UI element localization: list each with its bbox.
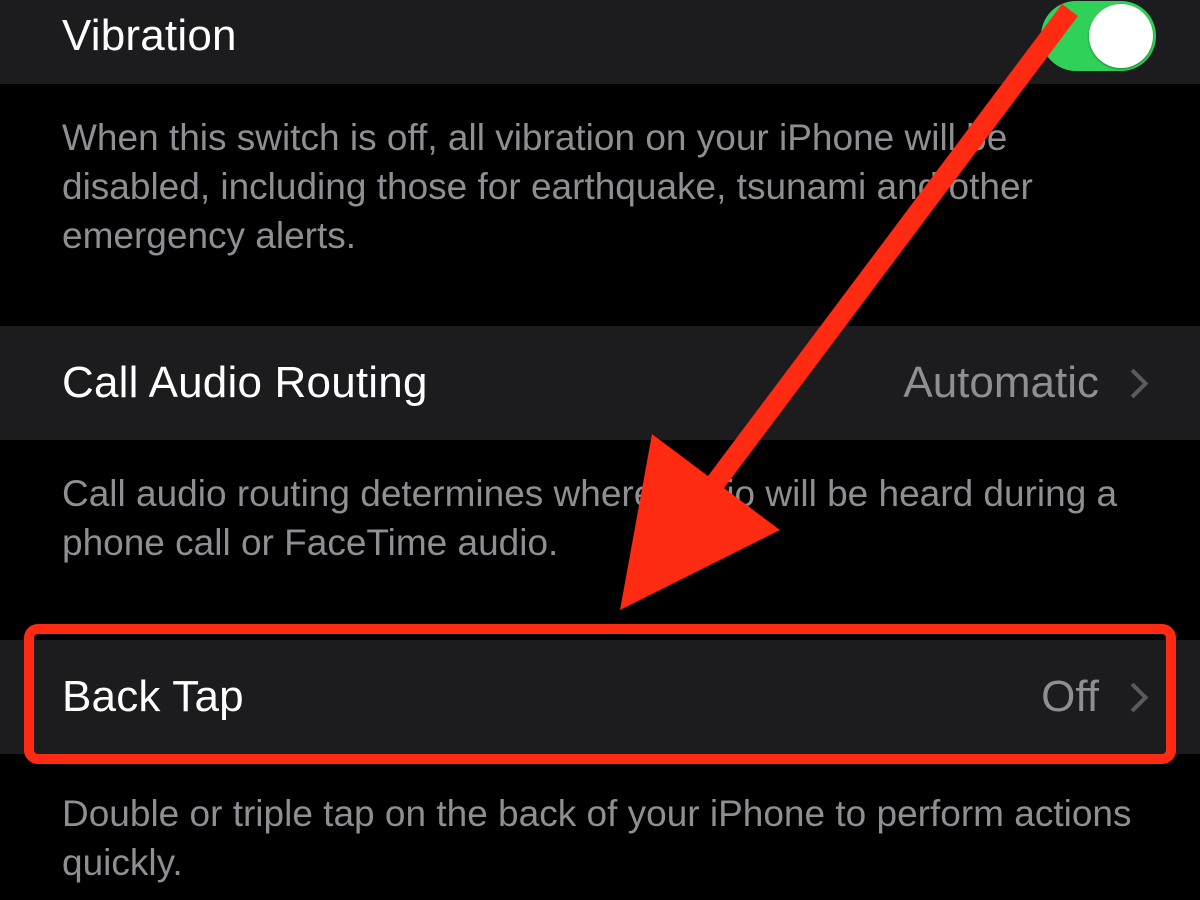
back-tap-row[interactable]: Back Tap Off [0, 640, 1200, 754]
back-tap-label: Back Tap [62, 672, 244, 722]
call-audio-routing-value-wrap: Automatic [903, 358, 1144, 408]
call-audio-routing-description: Call audio routing determines where audi… [0, 452, 1200, 568]
settings-screen: Vibration When this switch is off, all v… [0, 0, 1200, 900]
call-audio-routing-row[interactable]: Call Audio Routing Automatic [0, 326, 1200, 440]
vibration-description: When this switch is off, all vibration o… [0, 96, 1200, 256]
back-tap-description: Double or triple tap on the back of your… [0, 772, 1200, 888]
chevron-right-icon [1119, 368, 1149, 398]
vibration-row[interactable]: Vibration [0, 0, 1200, 84]
call-audio-routing-value: Automatic [903, 358, 1099, 408]
vibration-label: Vibration [62, 11, 237, 61]
back-tap-value: Off [1041, 672, 1099, 722]
toggle-knob [1089, 4, 1153, 68]
call-audio-routing-label: Call Audio Routing [62, 358, 428, 408]
vibration-toggle[interactable] [1041, 1, 1156, 71]
back-tap-value-wrap: Off [1041, 672, 1144, 722]
chevron-right-icon [1119, 682, 1149, 712]
